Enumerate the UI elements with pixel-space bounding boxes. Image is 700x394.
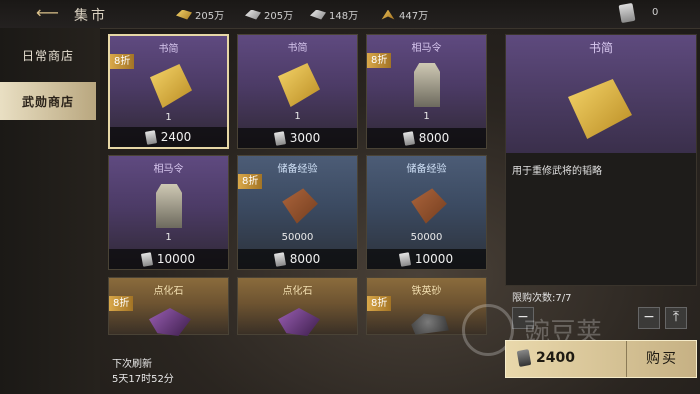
total-price: 2400 [536,350,575,366]
discount-badge: 8折 [367,296,392,311]
top-bar: ⟵ 集市 205万 205万 148万 447万 0 [0,0,700,29]
coin-icon [402,130,415,146]
item-quantity: 1 [165,112,172,123]
grain-icon [381,9,395,20]
tab-daily-shop[interactable]: 日常商店 [0,36,96,74]
item-name: 点化石 [282,286,313,297]
item-name: 相马令 [411,43,442,54]
refresh-timer: 5天17时52分 [112,374,174,385]
coin-icon [273,251,286,267]
shop-item-card[interactable]: 相马令 1 10000 [108,155,229,270]
page-title: 集市 [74,8,108,24]
scroll-icon [568,79,632,139]
scroll-icon [278,63,320,107]
price-bar: 8000 [367,128,486,148]
item-quantity: 1 [294,111,301,122]
item-name: 书简 [158,44,179,55]
item-name: 书简 [287,43,308,54]
discount-badge: 8折 [238,174,263,189]
iron-icon [310,9,326,20]
gold-ingot-icon [176,9,192,20]
coin-icon [516,349,532,367]
discount-badge: 8折 [367,53,392,68]
shop-item-card[interactable]: 储备经验 50000 10000 [366,155,487,270]
shop-item-card[interactable]: 相马令 8折 1 8000 [366,34,487,149]
buy-button[interactable]: 购买 [626,341,697,377]
price-bar: 8000 [238,249,357,269]
refresh-label: 下次刷新 [112,359,152,370]
price-bar: 10000 [367,249,486,269]
scroll-icon [150,64,192,108]
shop-item-card[interactable]: 书简 8折 1 2400 [108,34,229,149]
shop-item-card[interactable]: 储备经验 8折 50000 8000 [237,155,358,270]
item-name: 铁英砂 [411,286,442,297]
detail-item-name: 书简 [588,41,613,55]
discount-badge: 8折 [110,54,135,69]
sidebar: 日常商店 武勋商店 [0,28,100,394]
item-name: 点化石 [153,286,184,297]
price-bar: 10000 [109,249,228,269]
ore-icon [411,313,449,335]
back-button[interactable]: ⟵ [36,5,68,22]
discount-badge: 8折 [109,296,134,311]
item-quantity: 50000 [281,232,314,243]
coin-icon [398,251,411,267]
token-item-icon [156,184,182,228]
coin-icon [273,130,286,146]
tab-merit-shop[interactable]: 武勋商店 [0,82,96,120]
token-item-icon [414,63,440,107]
gem-icon [278,308,320,336]
book-icon [411,188,447,224]
gem-icon [149,308,191,336]
item-quantity: 1 [423,111,430,122]
price-bar: 2400 [110,127,227,147]
purchase-bar: 2400 购买 [505,340,697,378]
silver-ingot-icon [245,9,261,20]
coin-icon [140,251,153,267]
price-bar: 3000 [238,128,357,148]
shop-item-card[interactable]: 书简 1 3000 [237,34,358,149]
token-count: 0 [652,7,659,18]
resource-silver: 205万 [245,7,293,22]
resource-grain: 447万 [380,7,428,22]
token-icon [618,2,636,24]
item-quantity: 50000 [410,232,443,243]
book-icon [282,188,318,224]
detail-header: 书简 [506,35,696,153]
shop-item-card[interactable]: 点化石 8折 [108,277,229,336]
item-name: 储备经验 [406,164,447,175]
resource-gold: 205万 [176,7,224,22]
item-quantity: 1 [165,232,172,243]
shop-item-card[interactable]: 点化石 [237,277,358,336]
item-detail-panel: 书简 用于重修武将的韬略 [505,34,697,286]
coin-icon [144,129,157,145]
resource-iron: 148万 [310,7,358,22]
item-name: 相马令 [153,164,184,175]
item-name: 储备经验 [277,164,318,175]
detail-description: 用于重修武将的韬略 [512,166,602,177]
max-quantity-button[interactable]: ⤒ [665,307,687,329]
